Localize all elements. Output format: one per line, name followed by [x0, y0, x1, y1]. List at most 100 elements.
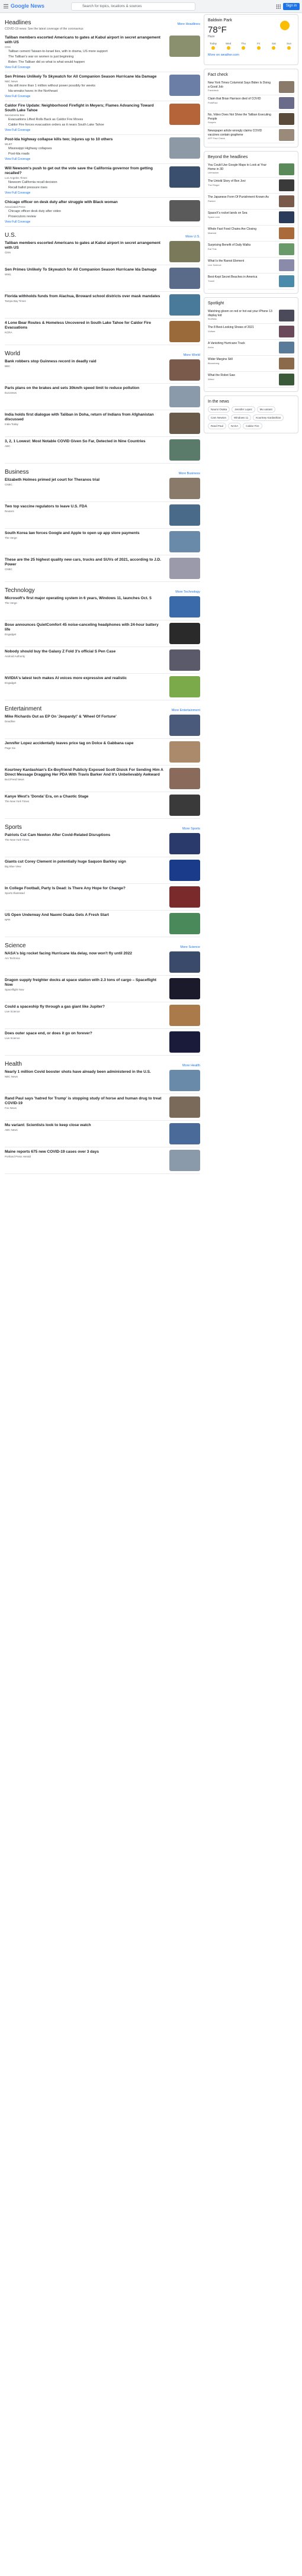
headline[interactable]: Mike Richards Out as EP On 'Jeopardy!' &… [5, 715, 165, 719]
more-link[interactable]: More Entertainment [172, 709, 200, 712]
story-card[interactable]: Giants cut Corey Clement in potentially … [5, 857, 200, 884]
topic-chip[interactable]: Kourtney Kardashian [253, 414, 284, 421]
headline[interactable]: Jennifer Lopez accidentally leaves price… [5, 741, 165, 746]
headline[interactable]: Post-Ida highway collapse kills two; inj… [5, 137, 165, 142]
search-input[interactable]: Search for topics, locations & sources [71, 2, 195, 11]
more-link[interactable]: More Technology [175, 590, 200, 594]
section-title[interactable]: Technology [5, 587, 35, 594]
story-card[interactable]: Microsoft's first major operating system… [5, 594, 200, 620]
sub-story[interactable]: Recall ballot pressure rises [5, 186, 165, 190]
thumbnail-image[interactable] [279, 129, 294, 141]
headline[interactable]: Chicago officer on desk duty after strug… [5, 200, 165, 205]
sub-story[interactable]: Mississippi Highway collapses [5, 147, 165, 151]
headline[interactable]: Dragon supply freighter docks at space s… [5, 978, 165, 988]
thumbnail-image[interactable] [169, 1070, 200, 1091]
sub-story[interactable]: Newsom California recall decision [5, 181, 165, 185]
headline[interactable]: Taliban members escorted Americans to ga… [5, 241, 165, 250]
thumbnail-image[interactable] [279, 259, 294, 271]
apps-icon[interactable] [276, 4, 281, 9]
story-card[interactable]: Dragon supply freighter docks at space s… [5, 976, 200, 1002]
story-card[interactable]: Rand Paul says 'hatred for Trump' is sto… [5, 1094, 200, 1121]
headline[interactable]: Elizabeth Holmes primed jet court for Th… [5, 478, 165, 483]
thumbnail-image[interactable] [169, 715, 200, 736]
side-story[interactable]: What Is the Rarest Element Live Science [208, 258, 294, 274]
section-title[interactable]: Business [5, 469, 29, 475]
story-card[interactable]: South Korea law forces Google and Apple … [5, 529, 200, 555]
section-title[interactable]: Entertainment [5, 706, 41, 712]
topic-chip[interactable]: Caldor Fire [243, 423, 262, 429]
story-card[interactable]: In College Football, Party Is Dead: Is T… [5, 884, 200, 911]
story-card[interactable]: Taliban members escorted Americans to ga… [5, 33, 200, 72]
headline[interactable]: Florida withholds funds from Alachua, Br… [5, 294, 165, 299]
story-card[interactable]: Mike Richards Out as EP On 'Jeopardy!' &… [5, 712, 200, 739]
story-card[interactable]: Taliban members escorted Americans to ga… [5, 239, 200, 265]
more-link[interactable]: More Headlines [177, 22, 200, 26]
side-story[interactable]: Whole Fast Food Chains Are Closing Mashed [208, 226, 294, 242]
thumbnail-image[interactable] [169, 200, 200, 221]
thumbnail-image[interactable] [279, 163, 294, 175]
google-news-logo[interactable]: Google News [11, 3, 44, 9]
thumbnail-image[interactable] [279, 326, 294, 337]
topic-chip[interactable]: Rand Paul [208, 423, 227, 429]
story-card[interactable]: Maine reports 675 new COVID-19 cases ove… [5, 1147, 200, 1174]
thumbnail-image[interactable] [169, 833, 200, 854]
sub-story[interactable]: Post-Ida roads [5, 152, 165, 156]
headline[interactable]: These are the 25 highest quality new car… [5, 558, 165, 567]
thumbnail-image[interactable] [169, 439, 200, 461]
full-coverage-link[interactable]: View Full Coverage [5, 191, 165, 195]
thumbnail-image[interactable] [169, 413, 200, 434]
full-coverage-link[interactable]: View Full Coverage [5, 157, 165, 161]
story-card[interactable]: These are the 25 highest quality new car… [5, 555, 200, 582]
section-title[interactable]: Sports [5, 824, 22, 831]
thumbnail-image[interactable] [169, 478, 200, 499]
sub-story[interactable]: Caldor Fire forces evacuation orders as … [5, 123, 165, 127]
story-card[interactable]: Nobody should buy the Galaxy Z Fold 3's … [5, 647, 200, 674]
story-card[interactable]: Mu variant: Scientists look to keep clos… [5, 1121, 200, 1147]
story-card[interactable]: Bank robbers stop Guinness record in dea… [5, 357, 200, 384]
story-card[interactable]: 4 Lone Bear Routes & Homeless Uncovered … [5, 319, 200, 345]
thumbnail-image[interactable] [169, 321, 200, 342]
thumbnail-image[interactable] [169, 268, 200, 289]
story-card[interactable]: Sen Primes Unlikely To Skywatch for All … [5, 72, 200, 101]
thumbnail-image[interactable] [169, 504, 200, 526]
side-story[interactable]: Best-Kept Secret Beaches in America Trave… [208, 274, 294, 290]
full-coverage-link[interactable]: View Full Coverage [5, 66, 165, 69]
sub-story[interactable]: Ida wreaks havoc in the Northeast [5, 89, 165, 94]
side-story[interactable]: Claim that Brian Harrison died of COVID P… [208, 95, 294, 111]
weather-link[interactable]: More on weather.com [208, 53, 294, 57]
story-card[interactable]: Chicago officer on desk duty after strug… [5, 198, 200, 227]
thumbnail-image[interactable] [169, 596, 200, 618]
thumbnail-image[interactable] [279, 358, 294, 369]
thumbnail-image[interactable] [169, 676, 200, 697]
story-card[interactable]: NVIDIA's latest tech makes AI voices mor… [5, 674, 200, 700]
story-card[interactable]: Two top vaccine regulators to leave U.S.… [5, 502, 200, 529]
thumbnail-image[interactable] [169, 166, 200, 188]
headline[interactable]: India holds first dialogue with Taliban … [5, 413, 165, 422]
story-card[interactable]: Elizabeth Holmes primed jet court for Th… [5, 475, 200, 502]
headline[interactable]: Bank robbers stop Guinness record in dea… [5, 359, 165, 364]
thumbnail-image[interactable] [169, 137, 200, 159]
story-card[interactable]: India holds first dialogue with Taliban … [5, 410, 200, 437]
sub-story[interactable]: The Taliban's war on women is just begin… [5, 55, 165, 59]
thumbnail-image[interactable] [169, 623, 200, 644]
thumbnail-image[interactable] [169, 649, 200, 671]
headline[interactable]: Two top vaccine regulators to leave U.S.… [5, 504, 165, 509]
side-story[interactable]: Watching gloom on red or hot eat your iP… [208, 308, 294, 324]
topic-chip[interactable]: Naomi Osaka [208, 406, 230, 413]
section-title[interactable]: Headlines [5, 20, 31, 26]
side-story-title[interactable]: Watching gloom on red or hot eat your iP… [208, 310, 273, 317]
section-title[interactable]: World [5, 350, 20, 357]
story-card[interactable]: Kourtney Kardashian's Ex-Boyfriend Publi… [5, 766, 200, 792]
thumbnail-image[interactable] [169, 1031, 200, 1053]
thumbnail-image[interactable] [279, 211, 294, 223]
thumbnail-image[interactable] [169, 741, 200, 763]
headline[interactable]: Will Newsom's push to get out the vote s… [5, 166, 165, 176]
thumbnail-image[interactable] [169, 768, 200, 789]
more-link[interactable]: More Health [182, 1064, 200, 1067]
thumbnail-image[interactable] [169, 1005, 200, 1026]
thumbnail-image[interactable] [169, 75, 200, 96]
side-story[interactable]: Surprising Benefit of Daily Walks Eat Thi… [208, 242, 294, 258]
topic-chip[interactable]: Cam Newton [208, 414, 230, 421]
thumbnail-image[interactable] [169, 1123, 200, 1144]
side-story[interactable]: Wider Margins Still Bloomberg [208, 356, 294, 372]
